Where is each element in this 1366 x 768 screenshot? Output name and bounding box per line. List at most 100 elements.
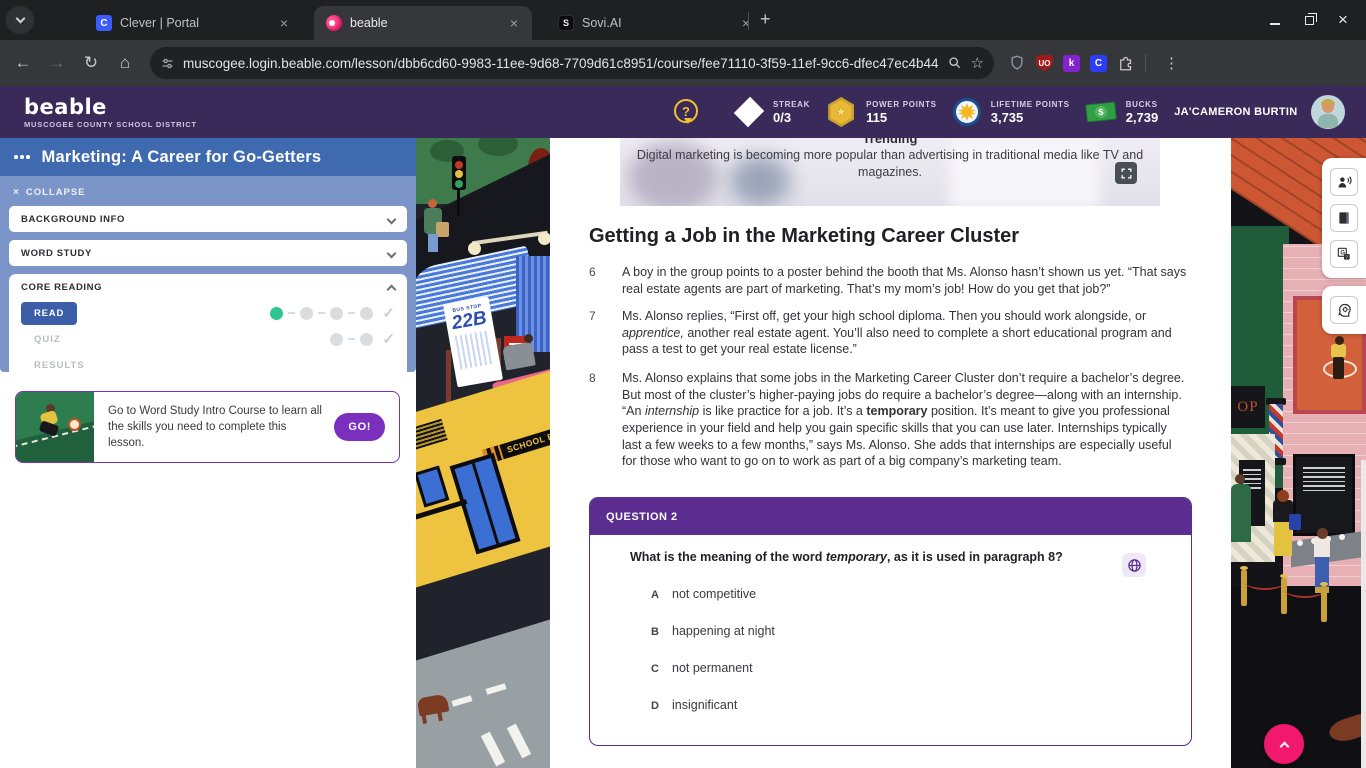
question-text: What is the meaning of the word temporar… <box>630 550 1100 564</box>
comprehension-help-button[interactable] <box>1330 296 1358 324</box>
help-icon[interactable]: ? <box>674 99 698 123</box>
results-label[interactable]: RESULTS <box>34 360 85 371</box>
question-header: QUESTION 2 <box>590 498 1191 535</box>
minimize-button[interactable] <box>1258 13 1292 28</box>
tab-title: beable <box>350 16 498 30</box>
site-settings-icon[interactable] <box>160 56 175 71</box>
expand-image-button[interactable] <box>1115 162 1137 184</box>
minimize-icon <box>1270 23 1280 25</box>
paragraph-number: 6 <box>589 264 622 297</box>
option-text: not permanent <box>672 661 753 675</box>
queue-person <box>1231 484 1251 542</box>
new-tab-button[interactable]: + <box>760 9 771 30</box>
home-button[interactable]: ⌂ <box>110 48 140 78</box>
ublock-icon[interactable]: UO <box>1036 55 1053 72</box>
translate-question-button[interactable] <box>1122 553 1146 577</box>
tab-search-button[interactable] <box>6 6 34 34</box>
reading-tools-panel: G? <box>1322 158 1366 278</box>
close-button[interactable]: × <box>1326 10 1360 30</box>
stanchion <box>1281 578 1287 614</box>
quiz-label[interactable]: QUIZ <box>34 334 61 345</box>
beable-header: beable MUSCOGEE COUNTY SCHOOL DISTRICT ?… <box>0 86 1366 138</box>
extensions-row: UO k C ⋮ <box>1008 54 1187 72</box>
toolbar-separator <box>1145 54 1146 72</box>
core-reading-header[interactable]: CORE READING <box>21 282 395 293</box>
option-text: insignificant <box>672 698 737 712</box>
paragraph-6: 6 A boy in the group points to a poster … <box>589 264 1189 297</box>
option-letter: C <box>651 663 672 675</box>
browser-toolbar: ← → ↻ ⌂ muscogee.login.beable.com/lesson… <box>0 40 1366 86</box>
dictionary-button[interactable] <box>1330 204 1358 232</box>
read-aloud-button[interactable] <box>1330 168 1358 196</box>
back-button[interactable]: ← <box>8 48 38 78</box>
paragraph-7: 7 Ms. Alonso replies, “First off, get yo… <box>589 308 1189 358</box>
question-card: QUESTION 2 What is the meaning of the wo… <box>589 497 1192 746</box>
paragraph-8: 8 Ms. Alonso explains that some jobs in … <box>589 370 1189 470</box>
bucks-bill-icon: $ <box>1085 101 1117 122</box>
collapse-button[interactable]: × COLLAPSE <box>13 187 407 198</box>
tab-beable[interactable]: beable × <box>314 6 532 40</box>
progress-dot <box>330 307 343 320</box>
answer-option-a[interactable]: A not competitive <box>651 587 756 601</box>
answer-option-c[interactable]: C not permanent <box>651 661 753 675</box>
tab-clever-portal[interactable]: C Clever | Portal × <box>84 6 302 40</box>
avatar[interactable] <box>1311 95 1345 129</box>
reload-button[interactable]: ↻ <box>76 48 106 78</box>
kami-icon[interactable]: k <box>1063 55 1080 72</box>
check-icon: ✓ <box>382 304 395 322</box>
progress-dot <box>330 333 343 346</box>
tab-close-icon[interactable]: × <box>276 14 292 32</box>
lesson-menu-icon[interactable] <box>14 155 30 159</box>
extensions-puzzle-icon[interactable] <box>1117 54 1135 72</box>
image-caption-title: Trending <box>620 138 1160 146</box>
scrollbar-track[interactable] <box>1361 460 1366 768</box>
clever-extension-icon[interactable]: C <box>1090 55 1107 72</box>
collapse-label: COLLAPSE <box>26 187 86 198</box>
results-row: RESULTS <box>21 352 395 378</box>
tab-strip: C Clever | Portal × beable × S Sovi.AI ×… <box>0 0 1366 40</box>
lifetime-points-stat: LIFETIME POINTS3,735 <box>953 98 1070 126</box>
lesson-title: Marketing: A Career for Go-Getters <box>42 148 322 167</box>
traffic-light <box>452 156 466 190</box>
user-name: JA'CAMERON BURTIN <box>1174 106 1297 118</box>
power-points-stat: ★ POWER POINTS115 <box>826 97 937 127</box>
zoom-icon[interactable] <box>947 55 963 71</box>
fullscreen-icon <box>1120 167 1133 180</box>
streak-diamond-icon <box>734 97 764 127</box>
clever-favicon: C <box>96 15 112 31</box>
stat-value: 2,739 <box>1126 110 1159 125</box>
restore-button[interactable] <box>1292 13 1326 28</box>
background-info-dropdown[interactable]: BACKGROUND INFO <box>9 206 407 232</box>
globe-icon <box>1127 558 1142 573</box>
address-bar[interactable]: muscogee.login.beable.com/lesson/dbb6cd6… <box>150 47 994 79</box>
chevron-up-icon <box>1279 741 1289 751</box>
book-icon <box>1336 210 1352 226</box>
tab-sovi-ai[interactable]: S Sovi.AI × <box>546 6 764 40</box>
read-aloud-icon <box>1336 174 1353 191</box>
answer-option-b[interactable]: B happening at night <box>651 624 775 638</box>
progress-dot <box>300 307 313 320</box>
tab-close-icon[interactable]: × <box>506 14 522 32</box>
beable-logo[interactable]: beable MUSCOGEE COUNTY SCHOOL DISTRICT <box>24 95 197 129</box>
word-study-dropdown[interactable]: WORD STUDY <box>9 240 407 266</box>
school-bus: SCHOOL BU <box>416 356 550 593</box>
privacy-shield-icon[interactable] <box>1008 54 1026 72</box>
answer-option-d[interactable]: D insignificant <box>651 698 737 712</box>
streak-stat: STREAK0/3 <box>735 100 810 125</box>
read-button[interactable]: READ <box>21 302 77 325</box>
chevron-down-icon <box>387 248 397 258</box>
translate-button[interactable]: G? <box>1330 240 1358 268</box>
article-heading: Getting a Job in the Marketing Career Cl… <box>589 225 1019 248</box>
scroll-to-top-button[interactable] <box>1264 724 1304 764</box>
browser-menu-icon[interactable]: ⋮ <box>1156 54 1187 72</box>
quiz-progress: ✓ <box>330 330 395 348</box>
window-controls: × <box>1258 0 1360 40</box>
forward-button[interactable]: → <box>42 48 72 78</box>
promo-text: Go to Word Study Intro Course to learn a… <box>94 403 334 452</box>
go-button[interactable]: GO! <box>334 413 385 441</box>
stat-label: BUCKS <box>1126 100 1159 109</box>
bookmark-star-icon[interactable]: ☆ <box>971 54 984 72</box>
lesson-content: Trending Digital marketing is becoming m… <box>550 138 1231 768</box>
core-reading-section: CORE READING READ ✓ QUIZ ✓ <box>9 274 407 378</box>
tab-close-icon[interactable]: × <box>738 14 754 32</box>
